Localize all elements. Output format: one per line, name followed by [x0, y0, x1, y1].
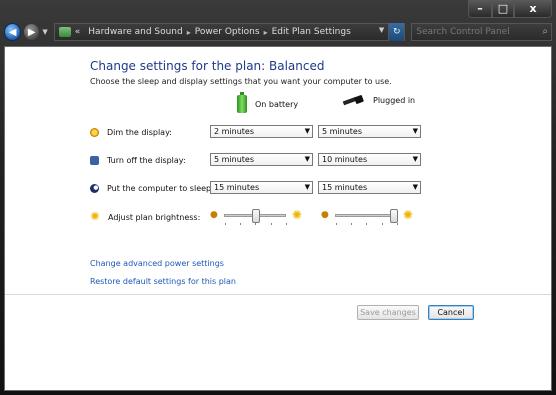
column-header-plugged-in: Plugged in — [343, 95, 415, 105]
navigation-bar: ◀ ▶ ▼ « Hardware and Sound ▸ Power Optio… — [4, 22, 552, 42]
chevron-down-icon: ▼ — [412, 183, 418, 191]
chevron-down-icon: ▼ — [304, 155, 310, 163]
brightness-sun-icon: ✺ — [90, 210, 100, 223]
setting-row-dim-display: Dim the display: — [90, 125, 172, 139]
chevron-down-icon: ▼ — [412, 155, 418, 163]
slider-track[interactable] — [334, 208, 398, 225]
setting-label-dim-display: Dim the display: — [107, 127, 172, 137]
select-value: 5 minutes — [322, 127, 363, 136]
chevron-down-icon: ▼ — [304, 127, 310, 135]
back-button[interactable]: ◀ — [4, 23, 22, 41]
bright-sun-icon: ✺ — [402, 208, 413, 222]
select-value: 15 minutes — [322, 183, 368, 192]
sleep-moon-icon — [90, 183, 99, 193]
select-value: 10 minutes — [322, 155, 368, 164]
turn-off-display-battery-select[interactable]: 5 minutes ▼ — [210, 153, 313, 166]
save-changes-button[interactable]: Save changes — [357, 305, 419, 320]
address-bar[interactable]: « Hardware and Sound ▸ Power Options ▸ E… — [53, 23, 406, 41]
close-button[interactable]: x — [514, 0, 552, 18]
recent-pages-dropdown-icon[interactable]: ▼ — [42, 28, 47, 36]
refresh-button[interactable]: ↻ — [388, 23, 405, 41]
page-title: Change settings for the plan: Balanced — [90, 59, 325, 73]
setting-label-turn-off-display: Turn off the display: — [107, 155, 186, 165]
dim-sun-icon: ● — [210, 210, 218, 220]
monitor-icon — [90, 155, 99, 165]
divider — [5, 294, 551, 295]
breadcrumb-separator-icon[interactable]: ▸ — [187, 28, 191, 37]
caption-buttons: – □ x — [468, 0, 552, 18]
control-panel-icon — [58, 27, 71, 37]
search-input[interactable]: Search Control Panel ⌕ — [411, 23, 552, 41]
select-value: 15 minutes — [214, 183, 260, 192]
dim-display-battery-select[interactable]: 2 minutes ▼ — [210, 125, 313, 138]
slider-thumb[interactable] — [251, 208, 260, 223]
column-header-on-battery: On battery — [237, 92, 299, 113]
window-frame: – □ x ◀ ▶ ▼ « Hardware and Sound ▸ Power… — [0, 0, 556, 395]
search-icon[interactable]: ⌕ — [542, 26, 548, 37]
chevron-down-icon: ▼ — [304, 183, 310, 191]
dim-sun-icon: ● — [321, 210, 329, 220]
slider-thumb[interactable] — [389, 208, 398, 223]
forward-button[interactable]: ▶ — [23, 23, 41, 41]
column-label-on-battery: On battery — [255, 99, 299, 109]
breadcrumb-overflow[interactable]: « — [75, 27, 81, 37]
page-subtitle: Choose the sleep and display settings th… — [90, 77, 392, 86]
setting-label-brightness: Adjust plan brightness: — [108, 212, 201, 222]
breadcrumb-item-power-options[interactable]: Power Options — [195, 27, 260, 37]
cancel-button[interactable]: Cancel — [428, 305, 474, 320]
back-arrow-icon: ◀ — [8, 26, 17, 38]
select-value: 2 minutes — [214, 127, 255, 136]
turn-off-display-plugged-select[interactable]: 10 minutes ▼ — [318, 153, 421, 166]
slider-ticks — [224, 222, 287, 225]
maximize-button[interactable]: □ — [492, 0, 514, 18]
setting-row-brightness: ✺ Adjust plan brightness: — [90, 210, 200, 224]
search-placeholder: Search Control Panel — [416, 27, 510, 37]
content-pane: Change settings for the plan: Balanced C… — [4, 46, 552, 391]
breadcrumb-item-hardware-and-sound[interactable]: Hardware and Sound — [88, 27, 182, 37]
power-plug-icon — [343, 95, 365, 105]
chevron-down-icon: ▼ — [412, 127, 418, 135]
breadcrumb-separator-icon[interactable]: ▸ — [264, 28, 268, 37]
breadcrumb-item-edit-plan-settings[interactable]: Edit Plan Settings — [272, 27, 351, 37]
select-value: 5 minutes — [214, 155, 255, 164]
brightness-slider-battery[interactable]: ● ✺ — [210, 207, 302, 225]
sleep-battery-select[interactable]: 15 minutes ▼ — [210, 181, 313, 194]
slider-ticks — [335, 222, 398, 225]
address-dropdown-icon[interactable]: ▼ — [379, 26, 384, 34]
bright-sun-icon: ✺ — [291, 208, 302, 222]
setting-label-sleep: Put the computer to sleep: — [107, 183, 214, 193]
setting-row-turn-off-display: Turn off the display: — [90, 153, 186, 167]
dim-display-plugged-select[interactable]: 5 minutes ▼ — [318, 125, 421, 138]
forward-arrow-icon: ▶ — [27, 26, 36, 38]
sleep-plugged-select[interactable]: 15 minutes ▼ — [318, 181, 421, 194]
battery-icon — [237, 92, 247, 113]
brightness-slider-plugged[interactable]: ● ✺ — [321, 207, 413, 225]
dim-display-icon — [90, 127, 99, 137]
advanced-power-settings-link[interactable]: Change advanced power settings — [90, 259, 224, 268]
setting-row-sleep: Put the computer to sleep: — [90, 181, 214, 195]
column-label-plugged-in: Plugged in — [373, 95, 416, 105]
restore-defaults-link[interactable]: Restore default settings for this plan — [90, 277, 236, 286]
slider-track[interactable] — [223, 208, 287, 225]
minimize-button[interactable]: – — [468, 0, 492, 18]
